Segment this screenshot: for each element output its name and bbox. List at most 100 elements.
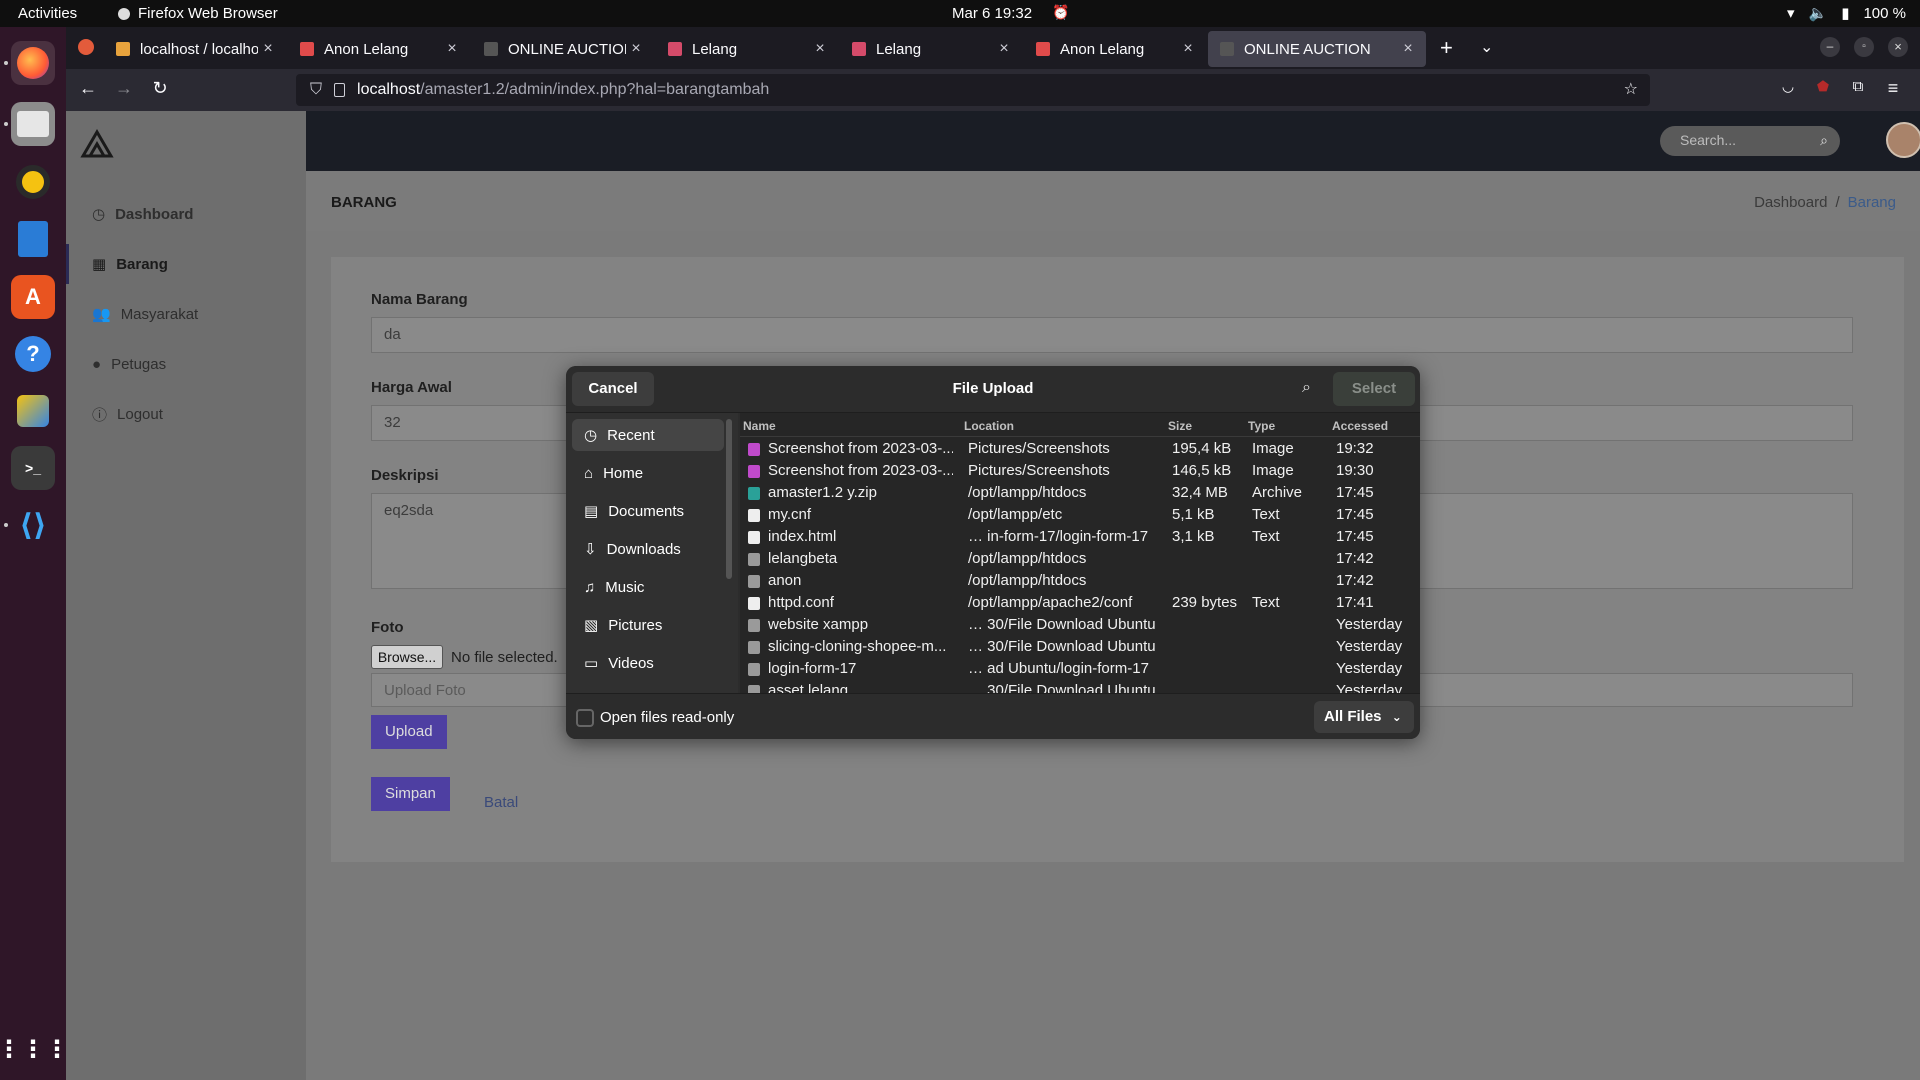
search-icon[interactable]: ⌕ [1820,132,1828,149]
firefox-icon[interactable] [11,41,55,85]
breadcrumb-separator: / [1835,194,1840,211]
minimize-icon[interactable]: – [1820,37,1840,57]
places-scrollbar[interactable] [726,419,732,579]
tab-7-active[interactable]: ONLINE AUCTION × [1208,31,1426,67]
upload-button[interactable]: Upload [371,715,447,749]
file-row[interactable]: Screenshot from 2023-03-... Pictures/Scre… [740,438,1420,460]
place-music[interactable]: ♫ Music [572,571,724,603]
app-menu[interactable]: Firefox Web Browser [118,5,278,22]
file-row[interactable]: Screenshot from 2023-03-... Pictures/Scre… [740,460,1420,482]
terminal-icon[interactable]: >_ [11,446,55,490]
file-row[interactable]: login-form-17 … ad Ubuntu/login-form-17 Ye… [740,658,1420,680]
close-tab-icon[interactable]: × [1178,40,1198,58]
system-tray[interactable]: ▾ 🔈 ▮ 100 % [1787,4,1906,23]
clock[interactable]: Mar 6 19:32 [952,5,1032,22]
column-type[interactable]: Type [1248,419,1275,433]
file-name: index.html [768,528,837,545]
column-accessed[interactable]: Accessed [1332,419,1388,433]
close-tab-icon[interactable]: × [258,40,278,58]
app-center-icon[interactable]: A [11,275,55,319]
file-filter-dropdown[interactable]: All Files ⌄ [1314,701,1414,733]
new-tab-icon[interactable]: + [1440,35,1453,61]
activities-button[interactable]: Activities [18,5,77,22]
readonly-label[interactable]: Open files read-only [600,709,734,726]
simpan-button[interactable]: Simpan [371,777,450,811]
select-button[interactable]: Select [1333,372,1415,406]
help-icon[interactable]: ? [11,332,55,376]
folder-icon [748,575,760,588]
file-row[interactable]: index.html … in-form-17/login-form-17 3,1 … [740,526,1420,548]
close-tab-icon[interactable]: × [626,40,646,58]
batal-link[interactable]: Batal [484,794,518,811]
breadcrumb-home[interactable]: Dashboard [1754,194,1827,211]
menu-icon[interactable]: ≡ [1881,78,1905,99]
file-location: /opt/lampp/htdocs [968,550,1087,567]
sidebar-item-logout[interactable]: ⓘ Logout [66,394,306,434]
search-input[interactable]: Search... ⌕ [1660,126,1840,156]
extensions-icon[interactable]: ⧉ [1846,78,1870,95]
sidebar-item-label: Barang [116,255,168,273]
vscode-icon[interactable]: ⟨⟩ [11,503,55,547]
file-row[interactable]: httpd.conf/opt/lampp/apache2/conf 239 byt… [740,592,1420,614]
place-home[interactable]: ⌂ Home [572,457,724,489]
forward-icon[interactable]: → [112,78,136,99]
search-icon[interactable]: ⌕ [1302,379,1311,397]
rhythmbox-icon[interactable] [11,160,55,204]
volume-icon: 🔈 [1808,5,1828,22]
tab-2[interactable]: Anon Lelang × [288,31,470,67]
pocket-icon[interactable]: ◡ [1776,78,1800,95]
avatar[interactable] [1886,122,1920,158]
info-icon: ⓘ [92,406,108,424]
tab-6[interactable]: Anon Lelang × [1024,31,1206,67]
file-row[interactable]: my.cnf/opt/lampp/etc 5,1 kB Text 17:45 [740,504,1420,526]
place-documents[interactable]: ▤ Documents [572,495,724,527]
close-tab-icon[interactable]: × [1398,40,1418,58]
file-row[interactable]: anon/opt/lampp/htdocs 17:42 [740,570,1420,592]
tab-list-icon[interactable]: ⌄ [1480,37,1493,57]
file-row[interactable]: asset lelang … 30/File Download Ubuntu Yes… [740,680,1420,693]
tab-favicon [300,42,314,56]
writer-icon[interactable] [11,217,55,261]
nama-barang-input[interactable]: da [371,317,1853,353]
sidebar-item-petugas[interactable]: ● Petugas [66,344,306,384]
ublock-icon[interactable]: ⬟ [1811,78,1835,95]
files-icon[interactable] [11,102,55,146]
place-videos[interactable]: ▭ Videos [572,647,724,679]
place-downloads[interactable]: ⇩ Downloads [572,533,724,565]
close-window-icon[interactable]: × [1888,37,1908,57]
place-pictures[interactable]: ▧ Pictures [572,609,724,641]
sidebar-item-barang[interactable]: ▦ Barang [66,244,306,284]
close-tab-icon[interactable]: × [442,40,462,58]
file-row[interactable]: slicing-cloning-shopee-m... … 30/File Dow… [740,636,1420,658]
sidebar-item-masyarakat[interactable]: 👥 Masyarakat [66,294,306,334]
column-name[interactable]: Name [743,419,776,433]
show-apps-icon[interactable]: ⋮⋮⋮ [0,1027,69,1071]
tab-1[interactable]: localhost / localhost / te: × [104,31,286,67]
close-tab-icon[interactable]: × [994,40,1014,58]
firefox-view-icon[interactable] [78,39,94,55]
close-tab-icon[interactable]: × [810,40,830,58]
browse-button[interactable]: Browse... [371,645,443,669]
reload-icon[interactable]: ↻ [148,78,172,99]
file-type: Text [1252,506,1280,523]
folder-icon [748,685,760,693]
tab-3[interactable]: ONLINE AUCTION × [472,31,654,67]
package-icon[interactable] [11,389,55,433]
file-location: /opt/lampp/etc [968,506,1063,523]
url-bar[interactable]: ⛉ localhost/amaster1.2/admin/index.php?h… [296,74,1650,106]
shield-icon[interactable]: ⛉ [310,81,322,99]
place-recent[interactable]: ◷ Recent [572,419,724,451]
readonly-checkbox[interactable] [576,709,594,727]
tab-4[interactable]: Lelang × [656,31,838,67]
column-size[interactable]: Size [1168,419,1192,433]
tab-5[interactable]: Lelang × [840,31,1022,67]
file-row[interactable]: lelangbeta/opt/lampp/htdocs 17:42 [740,548,1420,570]
column-location[interactable]: Location [964,419,1014,433]
sidebar-item-dashboard[interactable]: ◷ Dashboard [66,194,306,234]
file-row[interactable]: amaster1.2 y.zip/opt/lampp/htdocs 32,4 MB… [740,482,1420,504]
file-row[interactable]: website xampp … 30/File Download Ubuntu Ye… [740,614,1420,636]
back-icon[interactable]: ← [76,78,100,99]
picture-icon: ▧ [584,617,599,634]
maximize-icon[interactable]: ▫ [1854,37,1874,57]
bookmark-star-icon[interactable]: ☆ [1624,79,1638,99]
